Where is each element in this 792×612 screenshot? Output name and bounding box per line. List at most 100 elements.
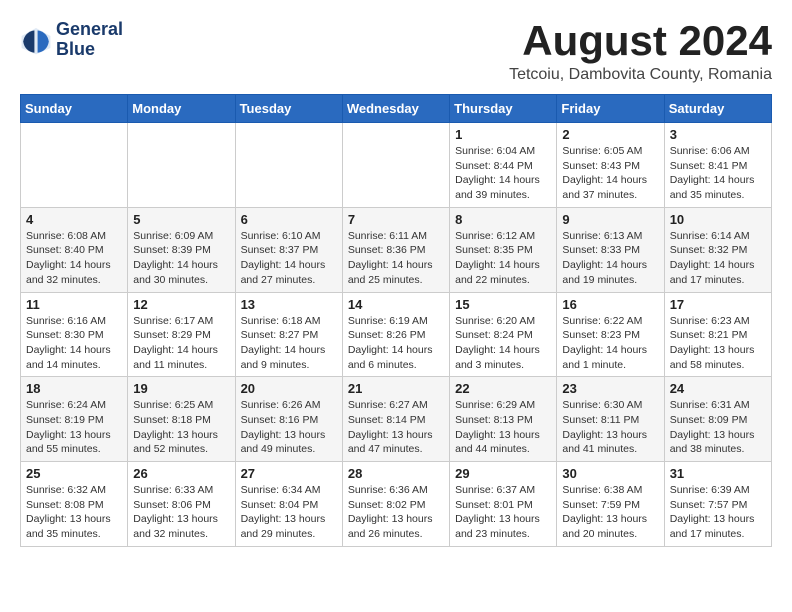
calendar-cell: 13Sunrise: 6:18 AM Sunset: 8:27 PM Dayli… <box>235 292 342 377</box>
day-number: 18 <box>26 381 122 396</box>
day-info: Sunrise: 6:32 AM Sunset: 8:08 PM Dayligh… <box>26 483 122 542</box>
calendar-cell: 24 Sunrise: 6:31 AM Sunset: 8:09 PM Dayli… <box>664 377 771 462</box>
day-info: Sunrise: 6:25 AM Sunset: 8:18 PM Dayligh… <box>133 398 229 457</box>
day-info: Sunrise: 6:22 AM Sunset: 8:23 PM Dayligh… <box>562 314 658 373</box>
day-number: 23 <box>562 381 658 396</box>
calendar-cell: 16 Sunrise: 6:22 AM Sunset: 8:23 PM Dayli… <box>557 292 664 377</box>
calendar-week-row: 18 Sunrise: 6:24 AM Sunset: 8:19 PM Dayli… <box>21 377 772 462</box>
calendar-cell: 3 Sunrise: 6:06 AM Sunset: 8:41 PM Daylig… <box>664 123 771 208</box>
calendar-cell: 7 Sunrise: 6:11 AM Sunset: 8:36 PM Daylig… <box>342 207 449 292</box>
calendar-cell: 10Sunrise: 6:14 AM Sunset: 8:32 PM Dayli… <box>664 207 771 292</box>
day-number: 12 <box>133 297 229 312</box>
day-info: Sunrise: 6:39 AM Sunset: 7:57 PM Dayligh… <box>670 483 766 542</box>
day-info: Sunrise: 6:09 AM Sunset: 8:39 PM Dayligh… <box>133 229 229 288</box>
calendar-cell <box>342 123 449 208</box>
calendar-week-row: 25 Sunrise: 6:32 AM Sunset: 8:08 PM Dayli… <box>21 462 772 547</box>
calendar-week-row: 11 Sunrise: 6:16 AM Sunset: 8:30 PM Dayli… <box>21 292 772 377</box>
calendar-cell: 12 Sunrise: 6:17 AM Sunset: 8:29 PM Dayli… <box>128 292 235 377</box>
calendar-cell <box>128 123 235 208</box>
calendar-cell: 22 Sunrise: 6:29 AM Sunset: 8:13 PM Dayli… <box>450 377 557 462</box>
day-number: 19 <box>133 381 229 396</box>
logo: General Blue <box>20 20 123 60</box>
day-number: 10 <box>670 212 766 227</box>
day-number: 22 <box>455 381 551 396</box>
day-info: Sunrise: 6:12 AM Sunset: 8:35 PM Dayligh… <box>455 229 551 288</box>
calendar-week-row: 4Sunrise: 6:08 AM Sunset: 8:40 PM Daylig… <box>21 207 772 292</box>
calendar-cell: 11 Sunrise: 6:16 AM Sunset: 8:30 PM Dayli… <box>21 292 128 377</box>
day-info: Sunrise: 6:24 AM Sunset: 8:19 PM Dayligh… <box>26 398 122 457</box>
calendar-cell: 26 Sunrise: 6:33 AM Sunset: 8:06 PM Dayli… <box>128 462 235 547</box>
day-info: Sunrise: 6:31 AM Sunset: 8:09 PM Dayligh… <box>670 398 766 457</box>
day-number: 6 <box>241 212 337 227</box>
day-info: Sunrise: 6:37 AM Sunset: 8:01 PM Dayligh… <box>455 483 551 542</box>
weekday-header: Sunday <box>21 95 128 123</box>
day-info: Sunrise: 6:18 AM Sunset: 8:27 PM Dayligh… <box>241 314 337 373</box>
day-number: 26 <box>133 466 229 481</box>
calendar-week-row: 1 Sunrise: 6:04 AM Sunset: 8:44 PM Daylig… <box>21 123 772 208</box>
calendar-cell: 1 Sunrise: 6:04 AM Sunset: 8:44 PM Daylig… <box>450 123 557 208</box>
day-info: Sunrise: 6:27 AM Sunset: 8:14 PM Dayligh… <box>348 398 444 457</box>
calendar-cell: 14Sunrise: 6:19 AM Sunset: 8:26 PM Dayli… <box>342 292 449 377</box>
day-info: Sunrise: 6:38 AM Sunset: 7:59 PM Dayligh… <box>562 483 658 542</box>
calendar-cell: 21Sunrise: 6:27 AM Sunset: 8:14 PM Dayli… <box>342 377 449 462</box>
calendar-cell: 25 Sunrise: 6:32 AM Sunset: 8:08 PM Dayli… <box>21 462 128 547</box>
weekday-header: Wednesday <box>342 95 449 123</box>
day-number: 2 <box>562 127 658 142</box>
calendar-cell <box>235 123 342 208</box>
day-info: Sunrise: 6:05 AM Sunset: 8:43 PM Dayligh… <box>562 144 658 203</box>
weekday-header: Friday <box>557 95 664 123</box>
day-info: Sunrise: 6:13 AM Sunset: 8:33 PM Dayligh… <box>562 229 658 288</box>
calendar-cell: 28 Sunrise: 6:36 AM Sunset: 8:02 PM Dayli… <box>342 462 449 547</box>
calendar-cell: 18 Sunrise: 6:24 AM Sunset: 8:19 PM Dayli… <box>21 377 128 462</box>
calendar-cell: 23 Sunrise: 6:30 AM Sunset: 8:11 PM Dayli… <box>557 377 664 462</box>
day-info: Sunrise: 6:36 AM Sunset: 8:02 PM Dayligh… <box>348 483 444 542</box>
calendar-cell: 29 Sunrise: 6:37 AM Sunset: 8:01 PM Dayli… <box>450 462 557 547</box>
calendar-cell: 20Sunrise: 6:26 AM Sunset: 8:16 PM Dayli… <box>235 377 342 462</box>
calendar-cell: 30Sunrise: 6:38 AM Sunset: 7:59 PM Dayli… <box>557 462 664 547</box>
day-info: Sunrise: 6:23 AM Sunset: 8:21 PM Dayligh… <box>670 314 766 373</box>
day-number: 17 <box>670 297 766 312</box>
weekday-header: Saturday <box>664 95 771 123</box>
day-number: 24 <box>670 381 766 396</box>
day-number: 28 <box>348 466 444 481</box>
day-info: Sunrise: 6:04 AM Sunset: 8:44 PM Dayligh… <box>455 144 551 203</box>
day-number: 3 <box>670 127 766 142</box>
day-info: Sunrise: 6:11 AM Sunset: 8:36 PM Dayligh… <box>348 229 444 288</box>
calendar-cell: 6 Sunrise: 6:10 AM Sunset: 8:37 PM Daylig… <box>235 207 342 292</box>
day-info: Sunrise: 6:20 AM Sunset: 8:24 PM Dayligh… <box>455 314 551 373</box>
day-info: Sunrise: 6:16 AM Sunset: 8:30 PM Dayligh… <box>26 314 122 373</box>
logo-text: General Blue <box>56 20 123 60</box>
day-info: Sunrise: 6:10 AM Sunset: 8:37 PM Dayligh… <box>241 229 337 288</box>
calendar-cell: 9 Sunrise: 6:13 AM Sunset: 8:33 PM Daylig… <box>557 207 664 292</box>
weekday-header: Monday <box>128 95 235 123</box>
day-info: Sunrise: 6:34 AM Sunset: 8:04 PM Dayligh… <box>241 483 337 542</box>
calendar-cell: 27 Sunrise: 6:34 AM Sunset: 8:04 PM Dayli… <box>235 462 342 547</box>
title-block: August 2024 Tetcoiu, Dambovita County, R… <box>509 20 772 84</box>
calendar-header: SundayMondayTuesdayWednesdayThursdayFrid… <box>21 95 772 123</box>
day-info: Sunrise: 6:33 AM Sunset: 8:06 PM Dayligh… <box>133 483 229 542</box>
calendar-cell: 17 Sunrise: 6:23 AM Sunset: 8:21 PM Dayli… <box>664 292 771 377</box>
weekday-header: Tuesday <box>235 95 342 123</box>
day-number: 27 <box>241 466 337 481</box>
day-number: 8 <box>455 212 551 227</box>
day-number: 25 <box>26 466 122 481</box>
calendar-cell: 5 Sunrise: 6:09 AM Sunset: 8:39 PM Daylig… <box>128 207 235 292</box>
day-number: 29 <box>455 466 551 481</box>
calendar-subtitle: Tetcoiu, Dambovita County, Romania <box>509 66 772 84</box>
day-info: Sunrise: 6:17 AM Sunset: 8:29 PM Dayligh… <box>133 314 229 373</box>
day-info: Sunrise: 6:29 AM Sunset: 8:13 PM Dayligh… <box>455 398 551 457</box>
day-number: 1 <box>455 127 551 142</box>
calendar-cell: 31Sunrise: 6:39 AM Sunset: 7:57 PM Dayli… <box>664 462 771 547</box>
day-info: Sunrise: 6:26 AM Sunset: 8:16 PM Dayligh… <box>241 398 337 457</box>
day-info: Sunrise: 6:30 AM Sunset: 8:11 PM Dayligh… <box>562 398 658 457</box>
calendar-cell: 4Sunrise: 6:08 AM Sunset: 8:40 PM Daylig… <box>21 207 128 292</box>
day-number: 11 <box>26 297 122 312</box>
weekday-header: Thursday <box>450 95 557 123</box>
day-number: 9 <box>562 212 658 227</box>
day-number: 16 <box>562 297 658 312</box>
weekday-row: SundayMondayTuesdayWednesdayThursdayFrid… <box>21 95 772 123</box>
calendar-body: 1 Sunrise: 6:04 AM Sunset: 8:44 PM Daylig… <box>21 123 772 547</box>
day-number: 7 <box>348 212 444 227</box>
day-number: 5 <box>133 212 229 227</box>
day-info: Sunrise: 6:06 AM Sunset: 8:41 PM Dayligh… <box>670 144 766 203</box>
